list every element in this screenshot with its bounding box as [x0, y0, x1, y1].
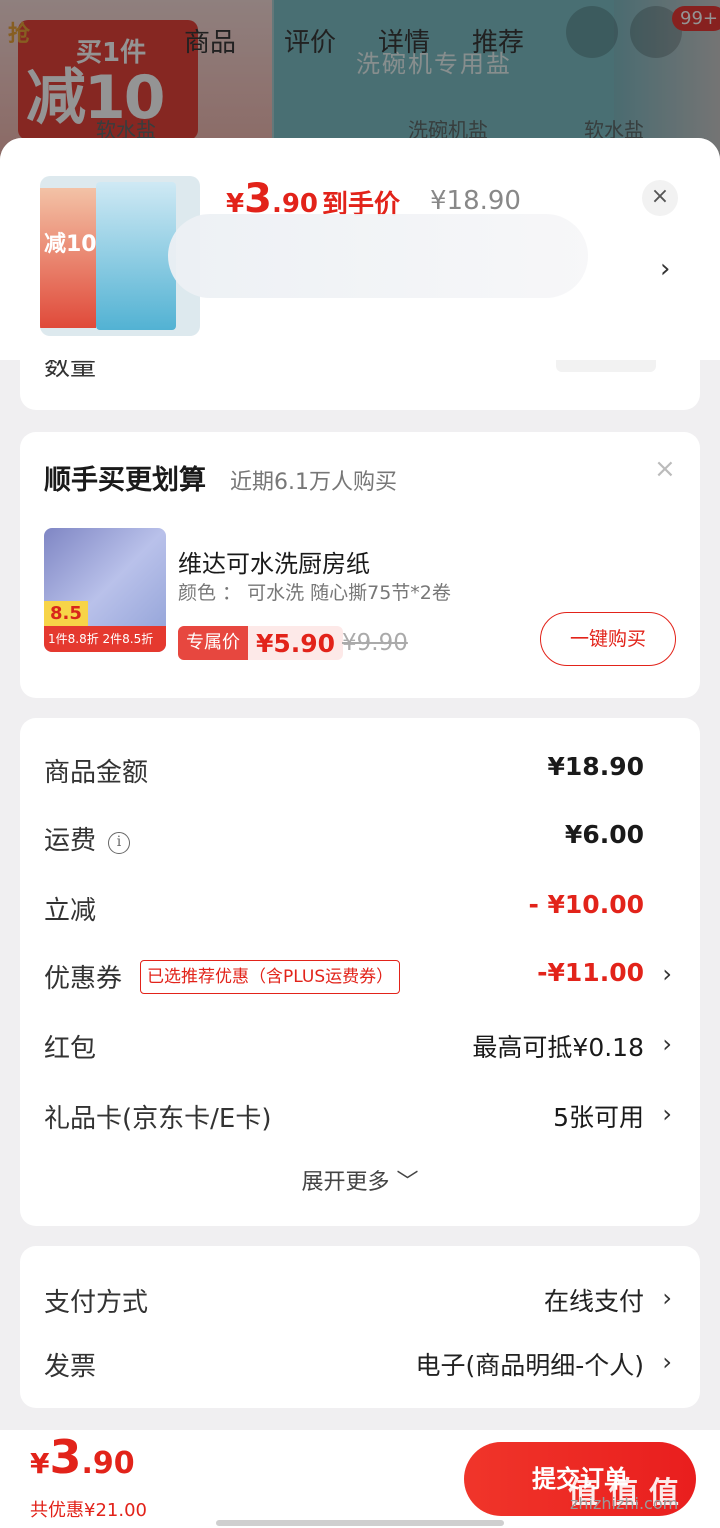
summary-value: ¥6.00: [564, 820, 644, 849]
chevron-right-icon[interactable]: ›: [662, 960, 672, 988]
summary-label: 立减: [44, 896, 97, 926]
chevron-right-icon[interactable]: ›: [662, 1030, 672, 1058]
info-icon[interactable]: i: [108, 832, 131, 854]
addon-exclusive-price: 专属价 ¥5.90: [178, 626, 344, 660]
summary-label: 商品金额: [44, 758, 149, 788]
invoice-value: 电子(商品明细-个人): [415, 1351, 644, 1380]
addon-subtitle: 近期6.1万人购买: [230, 470, 397, 495]
original-price: ¥18.90: [430, 186, 521, 216]
shipping-label: 运费: [44, 826, 97, 856]
summary-row-gift-card[interactable]: 礼品卡(京东卡/E卡) 5张可用 ›: [20, 1098, 700, 1138]
bottom-bar: ¥3.90 共优惠¥21.00 提交订单 值 值 值: [0, 1430, 720, 1528]
total-saved: 共优惠¥21.00: [30, 1500, 147, 1521]
coupon-tag: 已选推荐优惠（含PLUS运费券）: [140, 960, 401, 994]
total-price: ¥3.90: [30, 1430, 135, 1484]
exclusive-price-value: ¥5.90: [256, 628, 336, 658]
sheet-header: 减10 ¥3.90 到手价 ¥18.90 × ›: [0, 138, 720, 360]
addon-old-price: ¥9.90: [342, 630, 408, 656]
invoice-label: 发票: [44, 1352, 97, 1382]
price-summary-card: 商品金额 ¥18.90 运费 i ¥6.00 立减 - ¥10.00 优惠券 已选…: [20, 718, 700, 1226]
addon-product-name[interactable]: 维达可水洗厨房纸: [178, 544, 370, 579]
summary-label: 运费 i: [44, 820, 131, 857]
payment-method-row[interactable]: 支付方式 在线支付 ›: [20, 1282, 700, 1322]
background-product-page: 买1件 减10 抢 洗碗机专用盐 软水盐 洗碗机盐 软水盐 商品 评价 详情 推…: [0, 0, 720, 160]
product-bag-blue: [96, 182, 176, 330]
one-click-buy-button[interactable]: 一键购买: [540, 612, 676, 666]
spec-arrow-icon[interactable]: ›: [660, 254, 670, 284]
chevron-right-icon[interactable]: ›: [662, 1100, 672, 1128]
summary-row-shipping: 运费 i ¥6.00: [20, 820, 700, 860]
addon-title: 顺手买更划算: [44, 465, 206, 496]
invoice-row[interactable]: 发票 电子(商品明细-个人) ›: [20, 1346, 700, 1386]
total-symbol: ¥: [30, 1447, 50, 1480]
total-dec: .90: [81, 1446, 135, 1481]
summary-row-subtotal: 商品金额 ¥18.90: [20, 752, 700, 792]
dim-overlay[interactable]: [0, 0, 720, 160]
summary-row-instant-discount: 立减 - ¥10.00: [20, 890, 700, 930]
thumbnail-promo-text: 减10: [44, 232, 97, 257]
addon-card: 顺手买更划算 近期6.1万人购买 × 8.5 1件8.8折 2件8.5折 维达可…: [20, 432, 700, 698]
payment-value: 在线支付: [543, 1287, 644, 1316]
home-indicator[interactable]: [216, 1520, 504, 1526]
summary-label: 礼品卡(京东卡/E卡): [44, 1104, 272, 1134]
summary-value: 5张可用: [553, 1103, 644, 1132]
quantity-row: 数量: [20, 360, 700, 410]
addon-product-image[interactable]: 8.5 1件8.8折 2件8.5折: [44, 528, 166, 652]
summary-value: -¥11.00: [537, 958, 644, 987]
chevron-right-icon[interactable]: ›: [662, 1348, 672, 1376]
watermark-site: zhizhizhi.com: [570, 1494, 679, 1513]
expand-more-button[interactable]: 展开更多 ﹀: [20, 1164, 700, 1196]
addon-image-tag: 1件8.8折 2件8.5折: [44, 626, 166, 652]
summary-value: - ¥10.00: [528, 890, 644, 919]
addon-image-discount: 8.5: [44, 601, 88, 626]
payment-card: 支付方式 在线支付 › 发票 电子(商品明细-个人) ›: [20, 1246, 700, 1408]
summary-value: ¥18.90: [547, 752, 644, 781]
summary-label: 优惠券: [44, 964, 123, 994]
chevron-right-icon[interactable]: ›: [662, 1284, 672, 1312]
blurred-spec-area[interactable]: [168, 214, 588, 298]
summary-value: 最高可抵¥0.18: [472, 1033, 644, 1062]
product-bag-red: [40, 188, 96, 328]
summary-label: 红包: [44, 1034, 97, 1064]
exclusive-price-label: 专属价: [178, 626, 248, 660]
addon-product-spec: 颜色 ： 可水洗 随心撕75节*2卷: [178, 582, 451, 604]
total-int: 3: [49, 1430, 82, 1484]
summary-row-coupon[interactable]: 优惠券 已选推荐优惠（含PLUS运费券） -¥11.00 ›: [20, 958, 700, 998]
addon-close-icon[interactable]: ×: [654, 454, 676, 484]
quantity-stepper[interactable]: [556, 360, 656, 372]
close-button[interactable]: ×: [642, 180, 678, 216]
summary-row-red-packet[interactable]: 红包 最高可抵¥0.18 ›: [20, 1028, 700, 1068]
payment-label: 支付方式: [44, 1288, 149, 1318]
order-sheet: 减10 ¥3.90 到手价 ¥18.90 × › 数量 顺手买更划算 近期6.1…: [0, 138, 720, 1528]
